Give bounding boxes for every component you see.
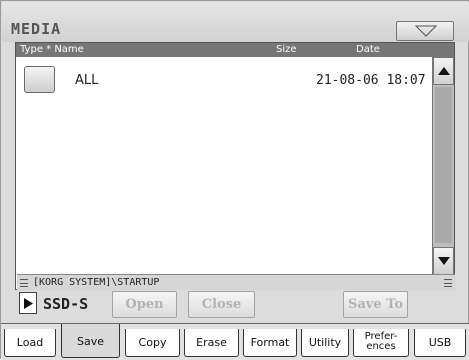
column-header: Type * Name Size Date xyxy=(16,43,454,57)
page-title: MEDIA xyxy=(11,20,62,38)
tab-save[interactable]: Save xyxy=(61,324,120,358)
folder-icon xyxy=(24,66,55,93)
column-date[interactable]: Date xyxy=(356,43,380,57)
path-handle-icon xyxy=(20,279,28,287)
tab-erase[interactable]: Erase xyxy=(184,329,239,357)
triangle-down-icon xyxy=(415,25,437,37)
media-screen: MEDIA Type * Name Size Date ALL 21-08-06… xyxy=(0,0,469,360)
page-menu-button[interactable] xyxy=(396,21,454,41)
close-button[interactable]: Close xyxy=(188,291,255,318)
path-handle-icon xyxy=(444,279,452,287)
vertical-scrollbar[interactable] xyxy=(432,57,454,275)
device-label: SSD-S xyxy=(43,295,89,313)
column-type-name[interactable]: Type * Name xyxy=(20,43,84,57)
tab-load[interactable]: Load xyxy=(4,329,56,357)
tab-preferences[interactable]: Prefer-ences xyxy=(353,329,409,357)
file-row[interactable]: ALL 21-08-06 18:07 xyxy=(16,63,432,93)
tab-utility[interactable]: Utility xyxy=(301,329,349,357)
scroll-up-button[interactable] xyxy=(433,57,454,85)
arrow-down-icon xyxy=(438,257,450,265)
file-browser: Type * Name Size Date ALL 21-08-06 18:07 xyxy=(15,42,455,290)
scroll-down-button[interactable] xyxy=(433,247,454,275)
scroll-track[interactable] xyxy=(435,87,452,243)
tab-preferences-label: Prefer-ences xyxy=(364,331,398,352)
current-path: [KORG SYSTEM]\STARTUP xyxy=(33,277,160,288)
file-list: ALL 21-08-06 18:07 xyxy=(16,57,432,275)
file-name: ALL xyxy=(75,73,99,88)
tab-format[interactable]: Format xyxy=(243,329,297,357)
open-button[interactable]: Open xyxy=(112,291,177,318)
play-icon xyxy=(24,298,33,309)
tab-usb[interactable]: USB xyxy=(414,329,466,357)
tab-copy[interactable]: Copy xyxy=(125,329,180,357)
title-bar: MEDIA xyxy=(2,2,469,42)
column-size[interactable]: Size xyxy=(276,43,297,57)
tab-bar: Load Save Copy Erase Format Utility Pref… xyxy=(1,323,469,360)
file-date: 21-08-06 18:07 xyxy=(316,73,426,88)
path-bar: [KORG SYSTEM]\STARTUP xyxy=(17,274,455,290)
device-select-button[interactable] xyxy=(19,292,37,314)
device-row: SSD-S Open Close Save To xyxy=(15,291,455,319)
arrow-up-icon xyxy=(438,67,450,75)
save-to-button[interactable]: Save To xyxy=(343,291,408,318)
